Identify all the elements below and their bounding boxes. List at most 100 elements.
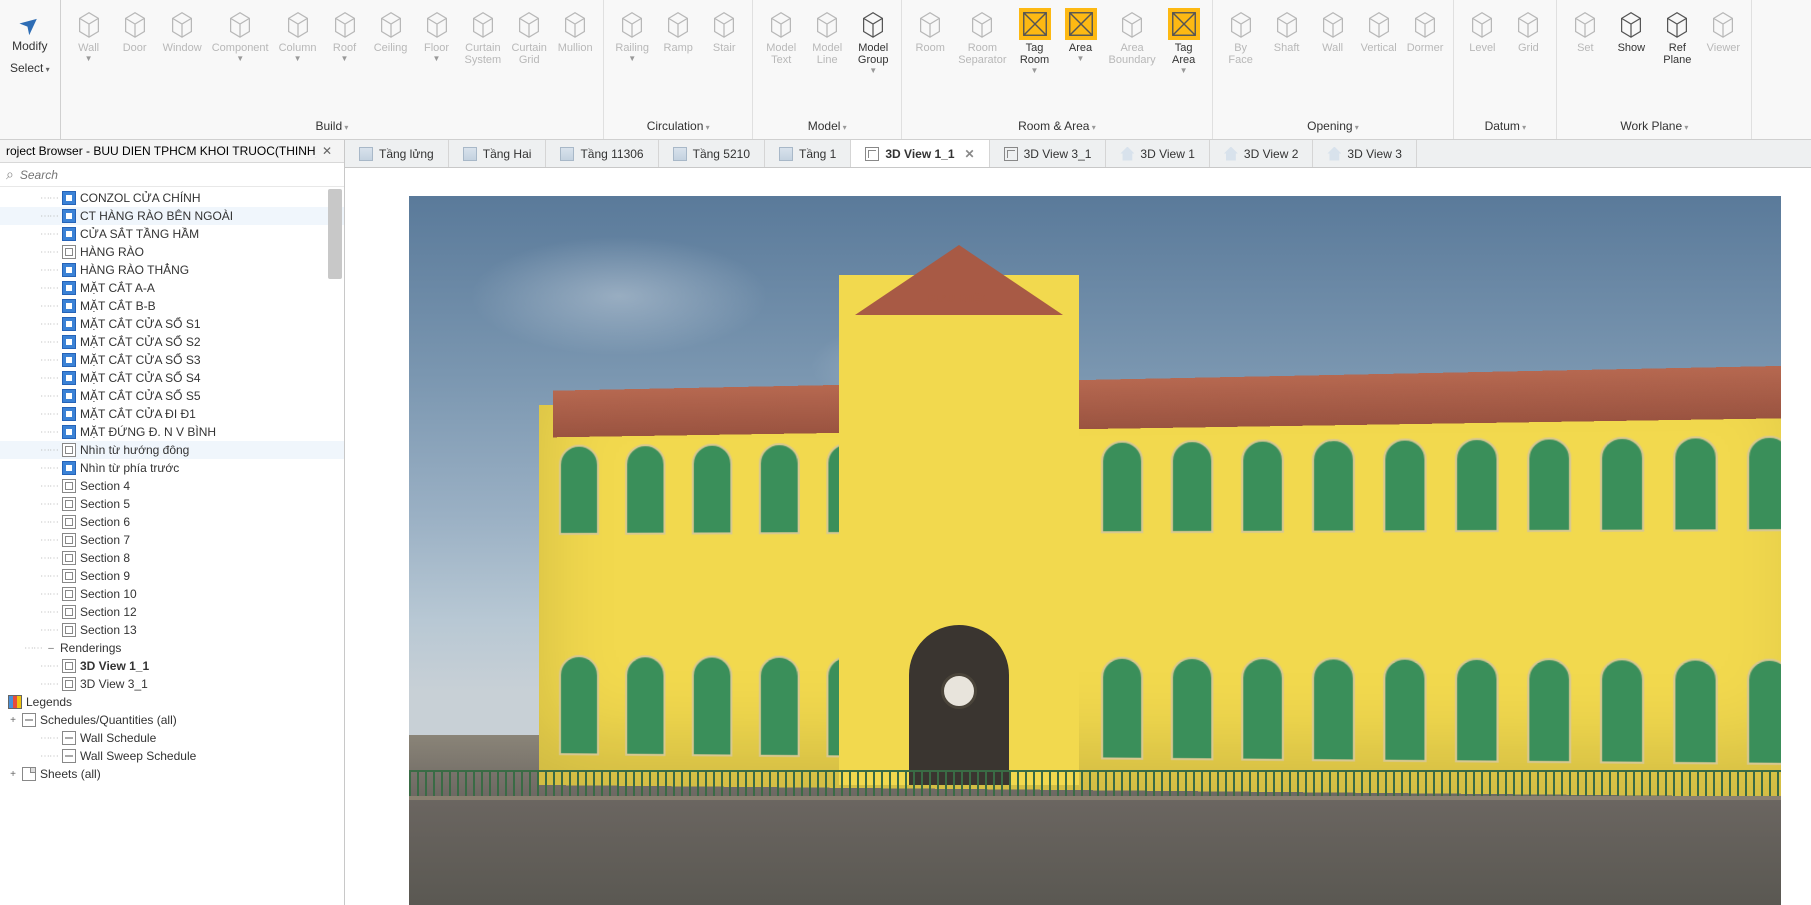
node-label: CỬA SẮT TẦNG HẦM (80, 227, 199, 241)
tree-node[interactable]: ⋯⋯Section 5 (0, 495, 344, 513)
tree-node[interactable]: ⋯⋯ MẶT CẮT A-A (0, 279, 344, 297)
scrollbar[interactable] (328, 189, 342, 905)
tree-node[interactable]: ⋯⋯CỬA SẮT TẦNG HẦM (0, 225, 344, 243)
mullion-icon (559, 8, 591, 40)
node-label: Section 12 (80, 605, 137, 619)
tree-node[interactable]: ⋯⋯HÀNG RÀO THẲNG (0, 261, 344, 279)
tree-node[interactable]: ⋯⋯MẶT ĐỨNG Đ. N V BÌNH (0, 423, 344, 441)
tree-connector: ⋯⋯ (40, 283, 58, 294)
tree-node[interactable]: ⋯⋯Wall Sweep Schedule (0, 747, 344, 765)
tree-connector: ⋯⋯ (40, 463, 58, 474)
view-tab[interactable]: 3D View 1 (1106, 140, 1209, 167)
view-tab[interactable]: 3D View 3_1 (990, 140, 1107, 167)
render-canvas: BƯU ĐIỆN (409, 196, 1781, 905)
tag-area-button[interactable]: Tag Area▼ (1162, 4, 1206, 78)
ref-plane-button[interactable]: Ref Plane (1655, 4, 1699, 70)
node-label: MẶT CẮT A-A (80, 281, 155, 295)
tree-node[interactable]: ⋯⋯Nhìn từ phía trước (0, 459, 344, 477)
wall-icon (73, 8, 105, 40)
view-tab[interactable]: 3D View 3 (1313, 140, 1416, 167)
tree-node[interactable]: ⋯⋯–Renderings (0, 639, 344, 657)
tree-node[interactable]: ⋯⋯CONZOL CỬA CHÍNH (0, 189, 344, 207)
blue-icon (62, 281, 76, 295)
expander-icon[interactable]: – (46, 643, 56, 654)
view-tab[interactable]: Tầng 1 (765, 140, 851, 167)
tree-node[interactable]: ⋯⋯CT HÀNG RÀO BÊN NGOÀI (0, 207, 344, 225)
tree-node[interactable]: + Sheets (all) (0, 765, 344, 783)
tree-node[interactable]: ⋯⋯MẶT CẮT CỬA ĐI Đ1 (0, 405, 344, 423)
chevron-down-icon: ▼ (341, 56, 349, 62)
show-button[interactable]: Show (1609, 4, 1653, 58)
show-icon (1615, 8, 1647, 40)
tree-node[interactable]: ⋯⋯Section 13 (0, 621, 344, 639)
tree-node[interactable]: ⋯⋯Section 9 (0, 567, 344, 585)
tree-node[interactable]: ⋯⋯Section 6 (0, 513, 344, 531)
tree-node[interactable]: ⋯⋯Section 4 (0, 477, 344, 495)
level-label: Level (1469, 42, 1495, 54)
tree-node[interactable]: ⋯⋯3D View 1_1 (0, 657, 344, 675)
view-tab[interactable]: 3D View 1_1✕ (851, 140, 989, 167)
tree-node[interactable]: ⋯⋯HÀNG RÀO (0, 243, 344, 261)
window-icon (166, 8, 198, 40)
area-button[interactable]: Area▼ (1059, 4, 1103, 66)
tree-node[interactable]: ⋯⋯3D View 3_1 (0, 675, 344, 693)
tab-label: Tầng 1 (799, 147, 836, 161)
tree-node[interactable]: ⋯⋯Section 12 (0, 603, 344, 621)
node-label: MẶT CẮT CỬA SỔ S3 (80, 353, 201, 367)
blue-icon (62, 317, 76, 331)
tree-node[interactable]: ⋯⋯Section 8 (0, 549, 344, 567)
window-label: Window (163, 42, 202, 54)
door-icon (119, 8, 151, 40)
tree-node[interactable]: ⋯⋯Wall Schedule (0, 729, 344, 747)
outline-icon (62, 587, 76, 601)
browser-titlebar: roject Browser - BUU DIEN TPHCM KHOI TRU… (0, 140, 344, 163)
op-wall-label: Wall (1322, 42, 1343, 54)
model-group-button[interactable]: Model Group▼ (851, 4, 895, 78)
modify-button[interactable]: ➤ Modify (6, 4, 54, 59)
vertical-icon (1363, 8, 1395, 40)
view-tab[interactable]: 3D View 2 (1210, 140, 1313, 167)
node-label: Wall Schedule (80, 731, 156, 745)
view-tab[interactable]: Tầng 5210 (659, 140, 765, 167)
browser-tree[interactable]: ⋯⋯CONZOL CỬA CHÍNH⋯⋯CT HÀNG RÀO BÊN NGOÀ… (0, 187, 344, 905)
tree-node[interactable]: ⋯⋯Section 7 (0, 531, 344, 549)
expander-icon[interactable]: + (8, 769, 18, 780)
browser-search[interactable]: ⌕ (0, 163, 344, 187)
node-label: MẶT CẮT CỬA SỔ S5 (80, 389, 201, 403)
tree-node[interactable]: ⋯⋯MẶT CẮT B-B (0, 297, 344, 315)
viewer-button: Viewer (1701, 4, 1745, 58)
node-label: MẶT CẮT CỬA ĐI Đ1 (80, 407, 196, 421)
tree-node[interactable]: ⋯⋯MẶT CẮT CỬA SỔ S2 (0, 333, 344, 351)
tree-connector: ⋯⋯ (40, 391, 58, 402)
tree-node[interactable]: ⋯⋯Nhìn từ hướng đông (0, 441, 344, 459)
shaft-icon (1271, 8, 1303, 40)
ramp-label: Ramp (664, 42, 693, 54)
vertical-label: Vertical (1361, 42, 1397, 54)
tree-node[interactable]: ⋯⋯MẶT CẮT CỬA SỔ S4 (0, 369, 344, 387)
plan-icon (463, 147, 477, 161)
viewport[interactable]: BƯU ĐIỆN (345, 168, 1811, 905)
search-input[interactable] (20, 168, 338, 182)
tree-node[interactable]: ⋯⋯Section 10 (0, 585, 344, 603)
view-tab[interactable]: Tầng lửng (345, 140, 449, 167)
tree-connector: ⋯⋯ (40, 337, 58, 348)
tree-node[interactable]: ⋯⋯MẶT CẮT CỬA SỔ S1 (0, 315, 344, 333)
close-icon[interactable]: ✕ (316, 144, 338, 158)
tree-connector: ⋯⋯ (40, 265, 58, 276)
tree-node[interactable]: +Schedules/Quantities (all) (0, 711, 344, 729)
model-line-icon (811, 8, 843, 40)
view-tab[interactable]: Tầng Hai (449, 140, 547, 167)
tag-room-button[interactable]: Tag Room▼ (1013, 4, 1057, 78)
select-dropdown[interactable]: Select (6, 59, 54, 81)
tree-node[interactable]: ⋯⋯ MẶT CẮT CỬA SỔ S5 (0, 387, 344, 405)
node-label: MẶT CẮT CỬA SỔ S1 (80, 317, 201, 331)
browser-title-text: roject Browser - BUU DIEN TPHCM KHOI TRU… (6, 144, 316, 158)
expander-icon[interactable]: + (8, 715, 18, 726)
close-icon[interactable]: ✕ (965, 147, 975, 161)
tree-node[interactable]: Legends (0, 693, 344, 711)
view-tab[interactable]: Tầng 11306 (546, 140, 658, 167)
tree-node[interactable]: ⋯⋯MẶT CẮT CỬA SỔ S3 (0, 351, 344, 369)
3d-icon (865, 147, 879, 161)
node-label: Sheets (all) (40, 767, 101, 781)
blue-icon (62, 263, 76, 277)
